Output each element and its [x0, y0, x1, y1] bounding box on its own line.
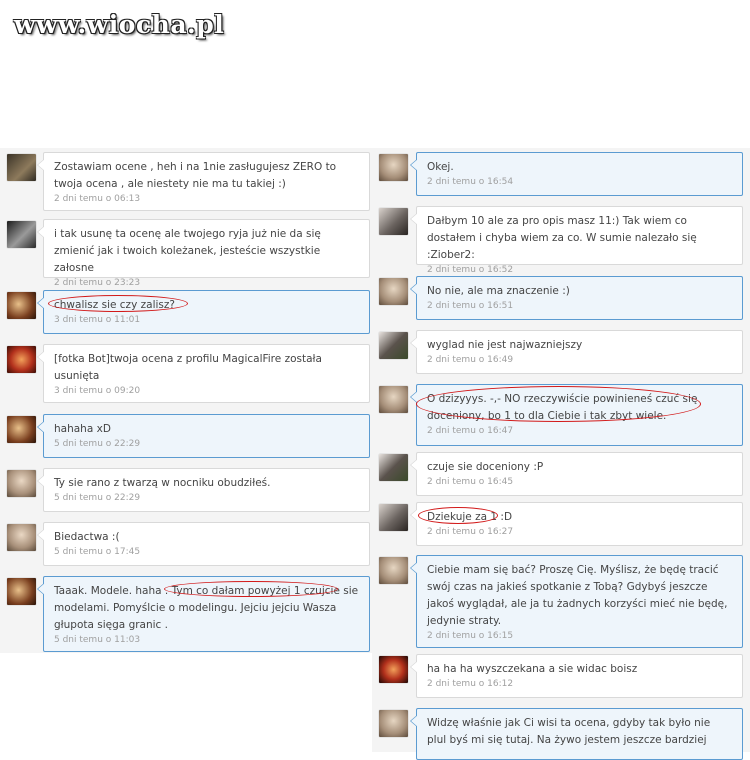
- avatar[interactable]: [7, 524, 36, 551]
- comment-text: Okej.: [427, 161, 454, 173]
- comment-time: 2 dni temu o 06:13: [54, 194, 141, 204]
- avatar[interactable]: [7, 578, 36, 605]
- avatar[interactable]: [7, 346, 36, 373]
- avatar[interactable]: [379, 656, 408, 683]
- comment-text: [fotka Bot]twoja ocena z profilu Magical…: [54, 353, 322, 382]
- comments-column-right: Okej. 2 dni temu o 16:54 Dałbym 10 ale z…: [372, 148, 750, 760]
- comment-time: 5 dni temu o 11:03: [54, 635, 141, 645]
- comment-time: 2 dni temu o 16:54: [427, 177, 514, 187]
- comment-bubble: hahaha xD 5 dni temu o 22:29: [37, 414, 370, 458]
- comment-bubble: Dałbym 10 ale za pro opis masz 11:) Tak …: [410, 206, 743, 275]
- avatar[interactable]: [379, 504, 408, 531]
- comment-text: wyglad nie jest najwazniejszy: [427, 339, 583, 351]
- comment-text: i tak usunę ta ocenę ale twojego ryja ju…: [54, 228, 321, 274]
- comment-bubble: Taaak. Modele. haha . Tym co dałam powyż…: [37, 576, 370, 652]
- comments-column-left: Zostawiam ocene , heh i na 1nie zasługuj…: [0, 148, 372, 653]
- comment-time: 3 dni temu o 11:01: [54, 315, 141, 325]
- comment-time: 2 dni temu o 16:52: [427, 265, 514, 275]
- comment-bubble: czuje sie doceniony :P 2 dni temu o 16:4…: [410, 452, 743, 496]
- comment-text: O dzizyyys. -,- NO rzeczywiście powinien…: [427, 393, 698, 422]
- comment-text: Dałbym 10 ale za pro opis masz 11:) Tak …: [427, 215, 697, 261]
- comment-time: 2 dni temu o 16:45: [427, 477, 514, 487]
- comment-text: No nie, ale ma znaczenie :): [427, 285, 570, 297]
- comment-text: Zostawiam ocene , heh i na 1nie zasługuj…: [54, 161, 337, 190]
- avatar[interactable]: [7, 470, 36, 497]
- comment-text: Ty sie rano z twarzą w nocniku obudziłeś…: [54, 477, 271, 489]
- comment-bubble: [fotka Bot]twoja ocena z profilu Magical…: [37, 344, 370, 403]
- comment-time: 2 dni temu o 16:27: [427, 527, 514, 537]
- comment-time: 2 dni temu o 16:51: [427, 301, 514, 311]
- comment-time: 5 dni temu o 17:45: [54, 547, 141, 557]
- comment-text: hahaha xD: [54, 423, 111, 435]
- comment-bubble: Zostawiam ocene , heh i na 1nie zasługuj…: [37, 152, 370, 211]
- comment-bubble: Biedactwa :( 5 dni temu o 17:45: [37, 522, 370, 566]
- avatar[interactable]: [379, 278, 408, 305]
- comment-time: 2 dni temu o 16:15: [427, 631, 514, 641]
- comment-time: 2 dni temu o 16:47: [427, 426, 514, 436]
- comment-bubble: Widzę właśnie jak Ci wisi ta ocena, gdyb…: [410, 708, 743, 760]
- avatar[interactable]: [379, 454, 408, 481]
- site-logo[interactable]: www.wiocha.pl: [14, 10, 224, 39]
- comment-time: 3 dni temu o 09:20: [54, 386, 141, 396]
- comment-bubble: Okej. 2 dni temu o 16:54: [410, 152, 743, 196]
- avatar[interactable]: [379, 557, 408, 584]
- comment-time: 2 dni temu o 16:12: [427, 679, 514, 689]
- comment-time: 5 dni temu o 22:29: [54, 493, 141, 503]
- comment-text: Taaak. Modele. haha . Tym co dałam powyż…: [54, 585, 359, 631]
- comment-bubble: chwalisz sie czy zalisz? 3 dni temu o 11…: [37, 290, 370, 334]
- comment-time: 2 dni temu o 23:23: [54, 278, 141, 288]
- comment-text: Dziekuje za 1 :D: [427, 511, 513, 523]
- avatar[interactable]: [379, 208, 408, 235]
- avatar[interactable]: [7, 154, 36, 181]
- avatar[interactable]: [7, 416, 36, 443]
- avatar[interactable]: [7, 292, 36, 319]
- comment-bubble: Ciebie mam się bać? Proszę Cię. Myślisz,…: [410, 555, 743, 648]
- comment-text: Widzę właśnie jak Ci wisi ta ocena, gdyb…: [427, 717, 711, 746]
- avatar[interactable]: [7, 221, 36, 248]
- comment-bubble: Dziekuje za 1 :D 2 dni temu o 16:27: [410, 502, 743, 546]
- comment-text: chwalisz sie czy zalisz?: [54, 299, 175, 311]
- comment-text: czuje sie doceniony :P: [427, 461, 544, 473]
- comment-text: Biedactwa :(: [54, 531, 120, 543]
- avatar[interactable]: [379, 332, 408, 359]
- comment-text: Ciebie mam się bać? Proszę Cię. Myślisz,…: [427, 564, 728, 627]
- comment-bubble: No nie, ale ma znaczenie :) 2 dni temu o…: [410, 276, 743, 320]
- comment-bubble: Ty sie rano z twarzą w nocniku obudziłeś…: [37, 468, 370, 512]
- avatar[interactable]: [379, 154, 408, 181]
- comment-bubble: i tak usunę ta ocenę ale twojego ryja ju…: [37, 219, 370, 288]
- comment-time: 5 dni temu o 22:29: [54, 439, 141, 449]
- comment-bubble: wyglad nie jest najwazniejszy 2 dni temu…: [410, 330, 743, 374]
- comment-bubble: O dzizyyys. -,- NO rzeczywiście powinien…: [410, 384, 743, 446]
- comment-bubble: ha ha ha wyszczekana a sie widac boisz 2…: [410, 654, 743, 698]
- comment-text: ha ha ha wyszczekana a sie widac boisz: [427, 663, 638, 675]
- comment-time: 2 dni temu o 16:49: [427, 355, 514, 365]
- avatar[interactable]: [379, 710, 408, 737]
- avatar[interactable]: [379, 386, 408, 413]
